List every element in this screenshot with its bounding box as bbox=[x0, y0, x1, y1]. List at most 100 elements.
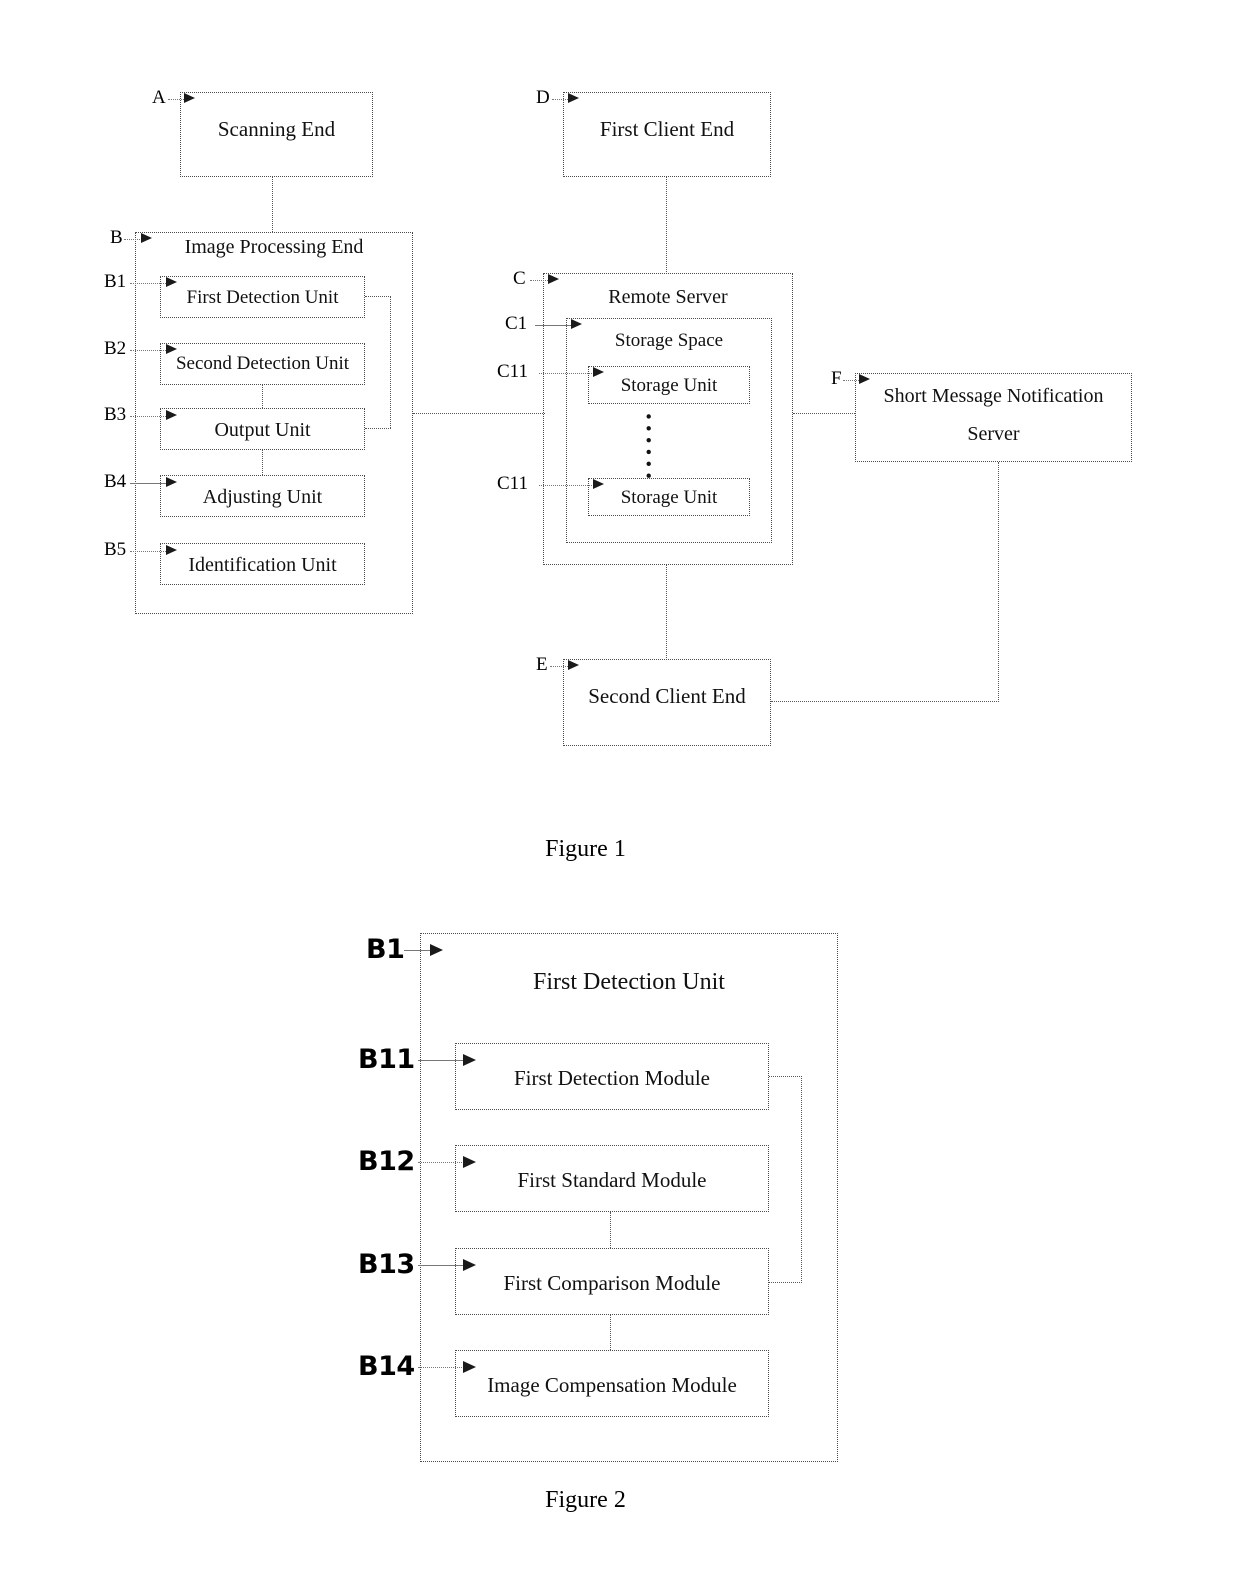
node-second-client-end[interactable]: Second Client End bbox=[563, 659, 771, 746]
ref-label-d: D bbox=[536, 87, 550, 108]
fig2-connector-b12-to-b13 bbox=[610, 1212, 611, 1248]
node-scanning-end-label: Scanning End bbox=[217, 117, 336, 141]
fig2-ref-label-b12: B12 bbox=[358, 1146, 415, 1177]
figure-1-caption: Figure 1 bbox=[545, 836, 626, 862]
ref-label-b: B bbox=[110, 227, 123, 248]
connector-remote-server-to-second-client bbox=[666, 565, 667, 660]
arrow-f-icon bbox=[859, 374, 870, 384]
ref-label-c11-bottom: C11 bbox=[497, 473, 528, 494]
node-second-detection-unit-label: Second Detection Unit bbox=[175, 353, 350, 374]
node-sms-notification-server[interactable]: Short Message Notification Server bbox=[855, 373, 1132, 462]
fig2-connector-b13-right-stub bbox=[769, 1282, 802, 1283]
fig2-node-first-detection-module[interactable]: First Detection Module bbox=[455, 1043, 769, 1110]
leader-b2 bbox=[130, 350, 170, 351]
connector-sms-to-second-client-vertical bbox=[998, 462, 999, 702]
connector-b1-right-stub bbox=[365, 296, 391, 297]
fig2-connector-b11-right-stub bbox=[769, 1076, 802, 1077]
node-output-unit[interactable]: Output Unit bbox=[160, 408, 365, 450]
storage-units-ellipsis: •••••• bbox=[639, 412, 700, 484]
connector-sms-to-second-client-horizontal bbox=[771, 701, 999, 702]
fig2-leader-b13 bbox=[418, 1265, 468, 1266]
node-second-detection-unit[interactable]: Second Detection Unit bbox=[160, 343, 365, 385]
fig2-ref-label-b11: B11 bbox=[358, 1044, 415, 1075]
node-adjusting-unit[interactable]: Adjusting Unit bbox=[160, 475, 365, 517]
fig2-node-image-compensation-module[interactable]: Image Compensation Module bbox=[455, 1350, 769, 1417]
arrow-b2-icon bbox=[166, 344, 177, 354]
leader-b5 bbox=[130, 551, 170, 552]
arrow-e-icon bbox=[568, 660, 579, 670]
fig2-leader-b14 bbox=[418, 1367, 468, 1368]
node-remote-server-label: Remote Server bbox=[608, 286, 728, 308]
fig2-node-first-comparison-module-label: First Comparison Module bbox=[503, 1271, 721, 1295]
connector-remote-server-to-sms bbox=[793, 413, 855, 414]
node-second-client-end-label: Second Client End bbox=[588, 684, 746, 708]
ref-label-b4: B4 bbox=[104, 471, 127, 492]
node-output-unit-label: Output Unit bbox=[214, 419, 311, 441]
arrow-c11-top-icon bbox=[593, 367, 604, 377]
fig2-arrow-b14-icon bbox=[463, 1361, 476, 1373]
arrow-a-icon bbox=[184, 93, 195, 103]
arrow-c-icon bbox=[548, 274, 559, 284]
node-first-client-end[interactable]: First Client End bbox=[563, 92, 771, 177]
fig2-node-first-detection-unit-label: First Detection Unit bbox=[533, 969, 725, 995]
fig2-node-image-compensation-module-label: Image Compensation Module bbox=[487, 1373, 737, 1397]
leader-b4 bbox=[130, 483, 170, 484]
node-storage-unit-top[interactable]: Storage Unit bbox=[588, 366, 750, 404]
ref-label-a: A bbox=[152, 87, 166, 108]
node-image-processing-end-label: Image Processing End bbox=[184, 236, 364, 258]
fig2-arrow-b12-icon bbox=[463, 1156, 476, 1168]
arrow-b1-icon bbox=[166, 277, 177, 287]
leader-b3 bbox=[130, 416, 170, 417]
fig2-node-first-standard-module-label: First Standard Module bbox=[517, 1168, 707, 1192]
fig2-leader-b11 bbox=[418, 1060, 468, 1061]
connector-b1-to-b3-vertical bbox=[390, 296, 391, 428]
fig2-ref-label-b14: B14 bbox=[358, 1351, 415, 1382]
ref-label-c11-top: C11 bbox=[497, 361, 528, 382]
node-storage-unit-top-label: Storage Unit bbox=[620, 375, 718, 396]
node-identification-unit[interactable]: Identification Unit bbox=[160, 543, 365, 585]
connector-scanning-to-processing bbox=[272, 177, 273, 232]
node-sms-notification-server-label-line1: Short Message Notification bbox=[883, 385, 1104, 407]
patent-figure-sheet: Scanning End A First Client End D Image … bbox=[0, 0, 1240, 1573]
connector-b2-to-b3 bbox=[262, 385, 263, 408]
leader-b1 bbox=[130, 283, 170, 284]
leader-c11-top bbox=[539, 373, 598, 374]
arrow-c1-icon bbox=[571, 319, 582, 329]
storage-units-ellipsis-glyphs: •••••• bbox=[639, 412, 657, 484]
node-first-client-end-label: First Client End bbox=[599, 117, 735, 141]
arrow-b5-icon bbox=[166, 545, 177, 555]
ref-label-b2: B2 bbox=[104, 338, 127, 359]
node-storage-space-label: Storage Space bbox=[614, 330, 724, 351]
fig2-arrow-b1-icon bbox=[430, 944, 443, 956]
ref-label-c1: C1 bbox=[505, 313, 528, 334]
ref-label-b1: B1 bbox=[104, 271, 127, 292]
figure-2-caption: Figure 2 bbox=[545, 1487, 626, 1513]
arrow-b4-icon bbox=[166, 477, 177, 487]
connector-b3-to-b4 bbox=[262, 450, 263, 475]
arrow-b-icon bbox=[141, 233, 152, 243]
node-first-detection-unit-label: First Detection Unit bbox=[186, 287, 339, 308]
fig2-node-first-standard-module[interactable]: First Standard Module bbox=[455, 1145, 769, 1212]
ref-label-b3: B3 bbox=[104, 404, 127, 425]
fig2-ref-label-b1: B1 bbox=[366, 934, 405, 965]
fig2-node-first-comparison-module[interactable]: First Comparison Module bbox=[455, 1248, 769, 1315]
ref-label-b5: B5 bbox=[104, 539, 127, 560]
fig2-leader-b12 bbox=[418, 1162, 468, 1163]
fig2-arrow-b13-icon bbox=[463, 1259, 476, 1271]
node-identification-unit-label: Identification Unit bbox=[188, 554, 337, 576]
connector-b3-right-stub bbox=[365, 428, 391, 429]
fig2-node-first-detection-module-label: First Detection Module bbox=[514, 1066, 710, 1090]
fig2-connector-b13-to-b14 bbox=[610, 1315, 611, 1350]
node-scanning-end[interactable]: Scanning End bbox=[180, 92, 373, 177]
ref-label-f: F bbox=[831, 368, 842, 389]
leader-c11-bottom bbox=[539, 485, 598, 486]
node-adjusting-unit-label: Adjusting Unit bbox=[202, 486, 323, 508]
fig2-arrow-b11-icon bbox=[463, 1054, 476, 1066]
arrow-d-icon bbox=[568, 93, 579, 103]
node-first-detection-unit[interactable]: First Detection Unit bbox=[160, 276, 365, 318]
fig2-connector-b11-to-b13-vertical bbox=[801, 1076, 802, 1283]
fig2-ref-label-b13: B13 bbox=[358, 1249, 415, 1280]
leader-c1 bbox=[535, 325, 575, 326]
node-storage-unit-bottom-label: Storage Unit bbox=[620, 487, 718, 508]
node-storage-unit-bottom[interactable]: Storage Unit bbox=[588, 478, 750, 516]
